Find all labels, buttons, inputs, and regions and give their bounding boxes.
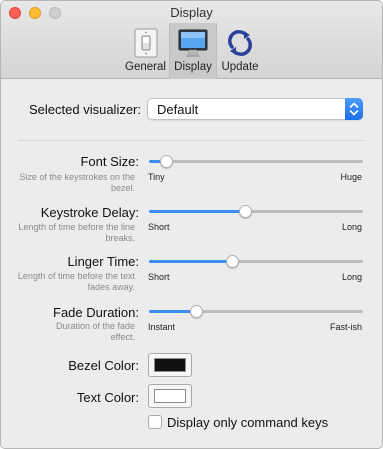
slider-thumb[interactable] [160,155,174,168]
slider-fill [149,260,233,263]
visualizer-label: Selected visualizer: [29,102,141,117]
command-keys-checkbox[interactable] [148,415,162,429]
keystroke-delay-min-label: Short [148,222,170,232]
font-size-label: Font Size: [80,154,139,169]
slider-thumb[interactable] [226,255,240,268]
font-size-min-label: Tiny [148,172,165,182]
tab-display[interactable]: Display [169,23,217,79]
visualizer-value: Default [157,102,199,117]
bezel-color-swatch [154,358,186,372]
font-size-description: Size of the keystrokes on the bezel. [19,172,135,193]
window-title: Display [170,5,213,20]
select-stepper[interactable] [345,98,363,120]
keystroke-delay-description: Length of time before the line breaks. [18,222,135,243]
bezel-color-well[interactable] [148,353,192,377]
text-color-label: Text Color: [76,390,139,405]
sync-arrows-icon [228,30,252,56]
linger-time-max-label: Long [341,272,362,282]
fade-duration-max-label: Fast-ish [329,322,362,332]
slider-fill [149,310,197,313]
slider-thumb[interactable] [190,305,204,318]
fade-duration-label: Fade Duration: [53,305,139,320]
keystroke-delay-max-label: Long [341,222,362,232]
text-color-swatch [154,389,186,403]
visualizer-select[interactable]: Default [147,98,363,120]
bezel-color-label: Bezel Color: [68,358,139,373]
keystroke-delay-slider[interactable] [149,203,363,219]
font-size-max-label: Huge [340,172,362,182]
tab-display-label: Display [174,61,212,73]
tab-general[interactable]: General [122,23,169,79]
divider [18,140,364,141]
tab-general-label: General [125,61,166,73]
fade-duration-description: Duration of the fade effect. [55,321,135,342]
tab-update[interactable]: Update [217,23,263,79]
linger-time-min-label: Short [148,272,170,282]
keystroke-delay-label: Keystroke Delay: [40,205,139,220]
linger-time-description: Length of time before the text fades awa… [17,271,135,292]
linger-time-slider[interactable] [149,253,363,269]
font-size-slider[interactable] [149,153,363,169]
command-keys-label[interactable]: Display only command keys [167,415,328,430]
tab-update-label: Update [221,61,259,73]
monitor-icon [178,29,208,57]
slider-track [149,160,363,163]
slider-fill [149,210,246,213]
fade-duration-min-label: Instant [148,322,176,332]
linger-time-label: Linger Time: [67,254,139,269]
toolbar: Display General Display Update [1,1,382,79]
slider-thumb[interactable] [239,205,253,218]
light-switch-icon [134,28,157,58]
preferences-window: Display General Display Update Selected … [0,0,383,449]
text-color-well[interactable] [148,384,192,408]
fade-duration-slider[interactable] [149,303,363,319]
chevron-up-down-icon [349,102,359,116]
